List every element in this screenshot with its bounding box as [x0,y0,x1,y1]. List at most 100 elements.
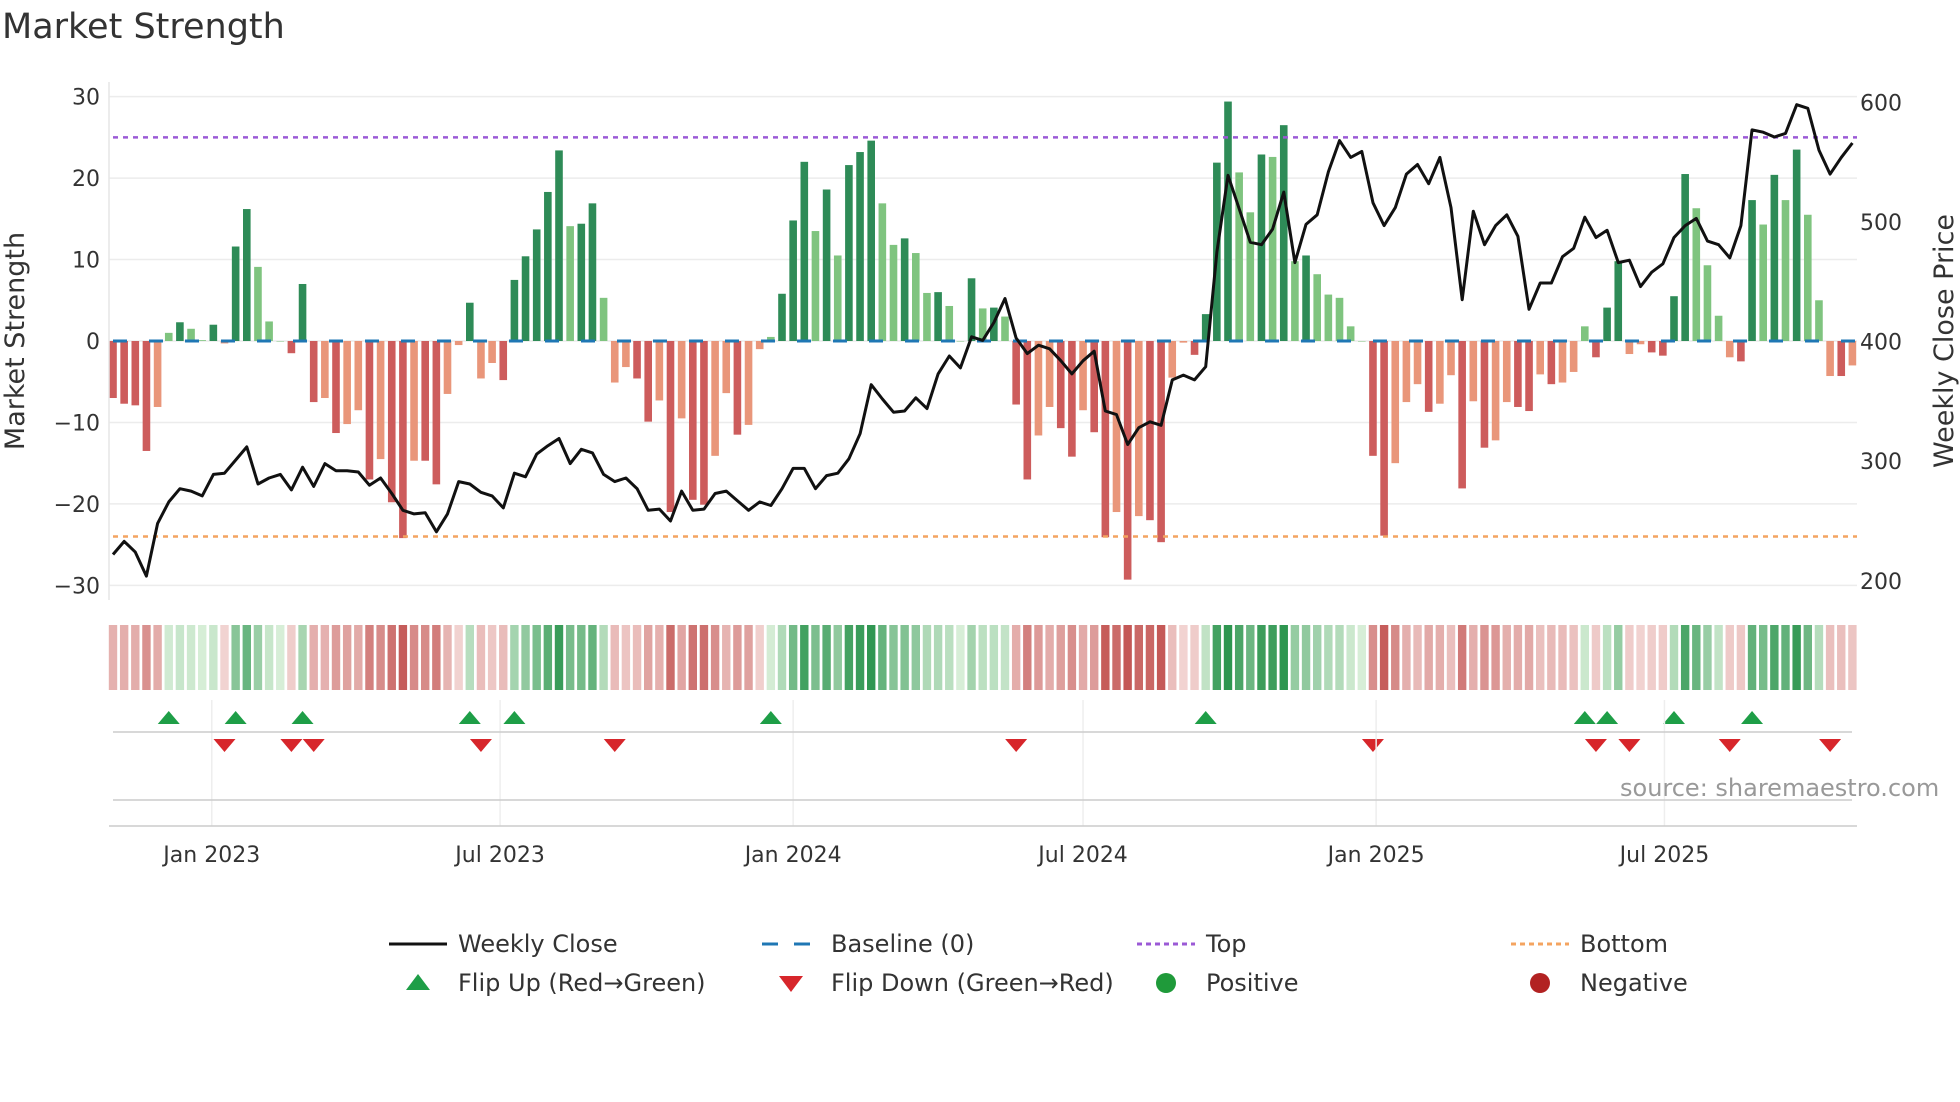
strength-bar [900,238,909,341]
strength-strip-cell [1335,625,1344,690]
strength-bar [120,341,128,404]
x-axis: Jan 2023 Jul 2023 Jan 2024 Jul 2024 Jan 2025… [109,700,1857,868]
strength-strip-cell [621,625,631,690]
strength-strip-cell [655,625,664,690]
strength-bar [176,322,184,341]
strength-strip-cell [766,625,776,690]
strength-bar [131,341,140,406]
strength-bar [1179,341,1188,343]
strength-strip-cell [1123,625,1132,690]
strength-strip-cell [989,625,999,690]
strength-bar [845,165,853,341]
strength-strip-cell [465,625,474,690]
strength-bar [1748,200,1756,341]
strength-strip-cell [1524,625,1534,690]
strength-bar [1514,341,1522,407]
legend-label: Flip Up (Red→Green) [458,969,706,997]
strength-bar [1614,261,1623,341]
strength-strip-cell [1825,625,1835,690]
strength-bar [477,341,485,379]
strength-strip-cell [610,625,619,690]
strength-strip-cell [867,625,876,690]
strength-bar [1659,341,1667,356]
strength-strip-cell [1669,625,1679,690]
strength-strip-cell [1781,625,1790,690]
strength-bar [1168,341,1177,378]
strength-strip-cell [242,625,251,690]
legend-label: Positive [1206,969,1299,997]
strength-bar [1001,316,1009,341]
strength-strip-cell [342,625,352,690]
flip-down-marker [302,739,325,752]
strength-bar [889,244,898,341]
legend-item: Top [1137,930,1247,958]
strength-strip-cell [421,625,430,690]
strength-bar [510,279,519,341]
strength-bar [1358,341,1366,342]
strength-bar [1703,265,1712,341]
strength-strip-cell [209,625,218,690]
strength-bar [1804,214,1812,341]
strength-bar [1157,341,1165,543]
strength-strip-cell [1257,625,1266,690]
triangle-up-icon [406,974,430,990]
strength-bar [287,341,296,354]
strength-bar [1558,341,1567,383]
flip-up-marker [759,711,782,724]
strength-bar [912,253,920,341]
strength-bar [231,246,240,341]
strength-bar [945,305,954,341]
strength-bar [544,191,552,341]
strength-bar [744,341,753,425]
strength-strip-cell [822,625,831,690]
strength-bar [1313,274,1321,341]
strength-bar [811,231,820,341]
strength-bar [1469,341,1478,402]
strength-bar [655,341,664,401]
strength-strip-cell [800,625,809,690]
strength-bar [1547,341,1556,385]
flip-up-marker [1596,711,1619,724]
strength-bar [700,341,708,505]
strength-bar [1335,297,1344,341]
strength-strip-cell [153,625,162,690]
legend-item: Negative [1530,969,1688,997]
strength-strip-cell [387,625,396,690]
flip-down-marker [1618,739,1641,752]
legend-label: Flip Down (Green→Red) [831,969,1114,997]
strength-strip-cell [119,625,129,690]
legend-item: Baseline (0) [762,930,974,958]
strength-strip-cell [1647,625,1656,690]
flip-down-marker [213,739,236,752]
legend-label: Top [1205,930,1247,958]
strength-bar [599,297,608,341]
strength-bar [109,341,117,399]
left-tick-label: −20 [54,493,100,518]
strength-strip-cell [1034,625,1043,690]
legend-label: Bottom [1580,930,1668,958]
strength-bar [1324,294,1333,341]
strength-bar [733,341,742,435]
strength-strip-cell [1190,625,1199,690]
strength-bar [1581,326,1589,341]
strength-strip-cell [1770,625,1779,690]
strength-strip-cell [1558,625,1567,690]
strength-strip-cell [499,625,508,690]
strength-bar [822,189,831,341]
strength-strip-cell [220,625,229,690]
right-tick-label: 200 [1860,570,1902,595]
flip-up-marker [291,711,314,724]
strength-strip-cell [409,625,419,690]
strength-bar [1502,341,1511,403]
strength-strip-cell [287,625,296,690]
strength-bar [577,223,586,341]
strength-strip-cell [264,625,274,690]
strength-bar [332,341,340,434]
flip-up-marker [503,711,526,724]
strength-strip-cell [644,625,653,690]
strength-strip-cell [1313,625,1322,690]
strength-bar [677,341,686,419]
strength-strip-cell [1268,625,1277,690]
strength-strip-cell [164,625,173,690]
strength-strip-cell [1424,625,1433,690]
